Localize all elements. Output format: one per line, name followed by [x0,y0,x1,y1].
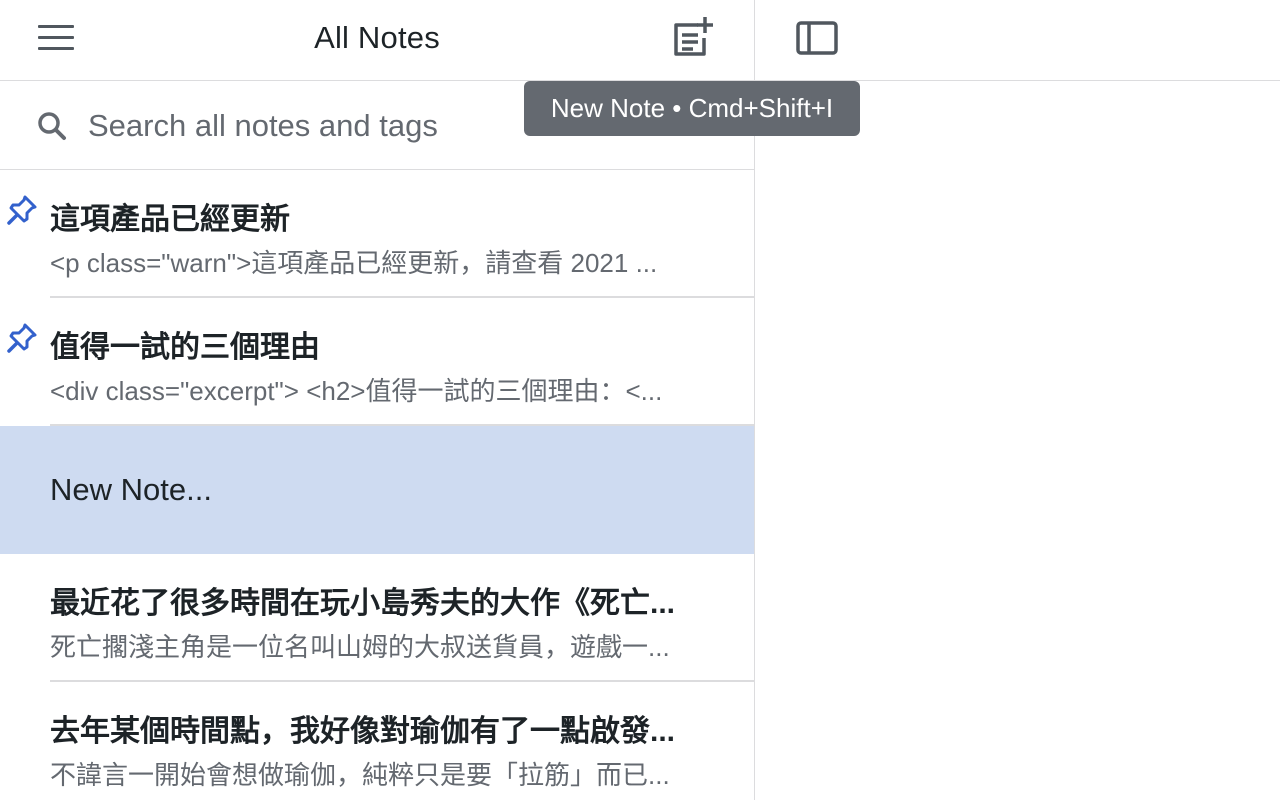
new-note-button[interactable] [668,14,718,62]
pin-icon [7,323,37,353]
sidebar-toggle-button[interactable] [791,16,843,62]
new-note-tooltip: New Note • Cmd+Shift+I [524,81,860,136]
note-excerpt: <div class="excerpt"> <h2>值得一試的三個理由：<... [50,376,663,406]
list-item-selected[interactable]: New Note... [0,426,754,554]
note-title: 這項產品已經更新 [50,203,290,236]
note-title: 最近花了很多時間在玩小島秀夫的大作《死亡... [50,587,676,620]
hamburger-menu-icon [38,47,74,50]
editor-toolbar [755,0,1280,81]
notes-app: All Notes Search all notes and tags 這項產品… [0,0,1280,800]
list-item[interactable]: 這項產品已經更新 <p class="warn">這項產品已經更新，請查看 20… [0,170,754,298]
note-excerpt: <p class="warn">這項產品已經更新，請查看 2021 ... [50,248,658,278]
note-title: New Note... [50,472,212,507]
pin-icon [7,195,37,225]
note-list-header: All Notes [0,0,754,81]
note-excerpt: 不諱言一開始會想做瑜伽，純粹只是要「拉筋」而已... [50,760,670,790]
list-item[interactable]: 值得一試的三個理由 <div class="excerpt"> <h2>值得一試… [0,298,754,426]
new-note-icon [674,17,713,56]
menu-button[interactable] [32,18,80,58]
hamburger-menu-icon [38,25,74,28]
list-item[interactable]: 去年某個時間點，我好像對瑜伽有了一點啟發... 不諱言一開始會想做瑜伽，純粹只是… [0,682,754,800]
note-title: 去年某個時間點，我好像對瑜伽有了一點啟發... [50,715,676,748]
note-title: 值得一試的三個理由 [50,331,320,364]
hamburger-menu-icon [38,36,74,39]
list-item[interactable]: 最近花了很多時間在玩小島秀夫的大作《死亡... 死亡擱淺主角是一位名叫山姆的大叔… [0,554,754,682]
page-title: All Notes [314,20,440,55]
sidebar-toggle-icon [796,21,838,55]
note-excerpt: 死亡擱淺主角是一位名叫山姆的大叔送貨員，遊戲一... [50,632,670,662]
search-icon [38,112,66,140]
note-list: 這項產品已經更新 <p class="warn">這項產品已經更新，請查看 20… [0,170,754,800]
search-input[interactable] [88,104,518,148]
